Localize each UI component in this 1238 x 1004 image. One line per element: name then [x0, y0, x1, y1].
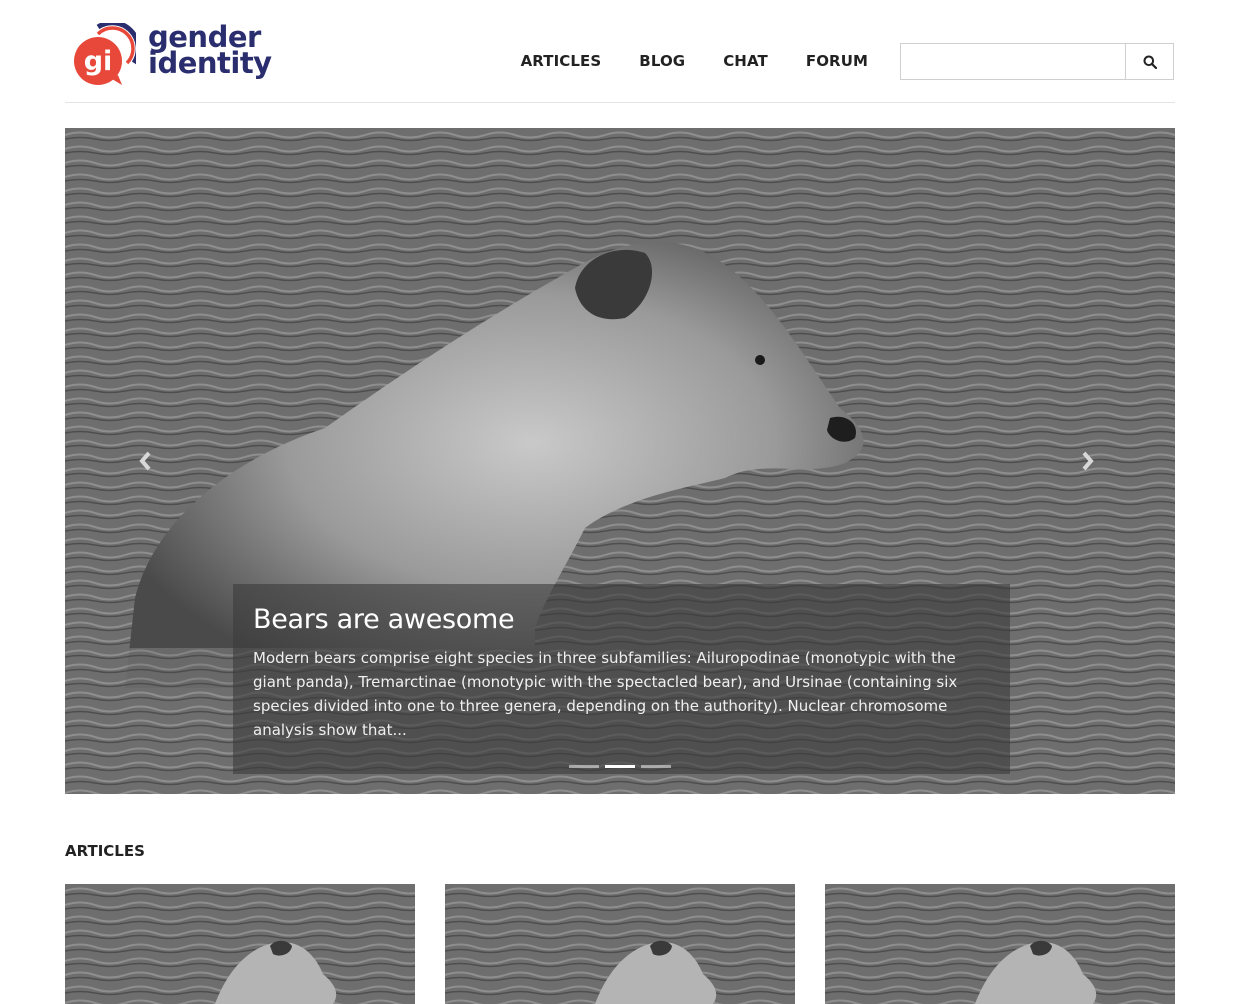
carousel-next-button[interactable]: [1076, 449, 1100, 473]
search-button[interactable]: [1125, 44, 1173, 79]
carousel-indicator-1[interactable]: [569, 765, 599, 768]
carousel-indicators: [569, 765, 671, 768]
article-card[interactable]: [445, 884, 795, 1004]
logo-mark-text: gi: [84, 46, 113, 77]
slide-title: Bears are awesome: [253, 604, 515, 635]
page-container: gi gender identity ARTICLES BLOG CHAT FO…: [65, 0, 1175, 1004]
slide-text: Modern bears comprise eight species in t…: [253, 649, 958, 739]
article-cards: [65, 884, 1175, 1004]
article-card[interactable]: [825, 884, 1175, 1004]
carousel-prev-button[interactable]: [133, 449, 157, 473]
logo-word-line2: identity: [148, 46, 272, 80]
article-thumbnail: [825, 884, 1175, 1004]
article-thumbnail: [65, 884, 415, 1004]
article-thumbnail: [445, 884, 795, 1004]
carousel-indicator-2[interactable]: [605, 765, 635, 768]
search-icon: [1143, 55, 1157, 69]
chevron-left-icon: [139, 451, 151, 471]
article-card[interactable]: [65, 884, 415, 1004]
chevron-right-icon: [1082, 451, 1094, 471]
main-nav: ARTICLES BLOG CHAT FORUM: [483, 52, 868, 70]
search-input[interactable]: [901, 44, 1125, 79]
logo-mark-icon: gi: [74, 23, 136, 85]
nav-item-chat[interactable]: CHAT: [723, 52, 768, 70]
articles-heading: ARTICLES: [65, 842, 145, 860]
search-box: [900, 43, 1174, 80]
nav-item-forum[interactable]: FORUM: [806, 52, 868, 70]
nav-item-articles[interactable]: ARTICLES: [521, 52, 602, 70]
nav-item-blog[interactable]: BLOG: [639, 52, 685, 70]
carousel-caption: Bears are awesome Modern bears comprise …: [233, 584, 1010, 774]
hero-carousel[interactable]: Bears are awesome Modern bears comprise …: [65, 128, 1175, 794]
site-header: gi gender identity ARTICLES BLOG CHAT FO…: [65, 0, 1175, 103]
logo-wordmark: gender identity: [148, 23, 272, 80]
site-logo[interactable]: gi gender identity: [72, 21, 272, 91]
carousel-indicator-3[interactable]: [641, 765, 671, 768]
